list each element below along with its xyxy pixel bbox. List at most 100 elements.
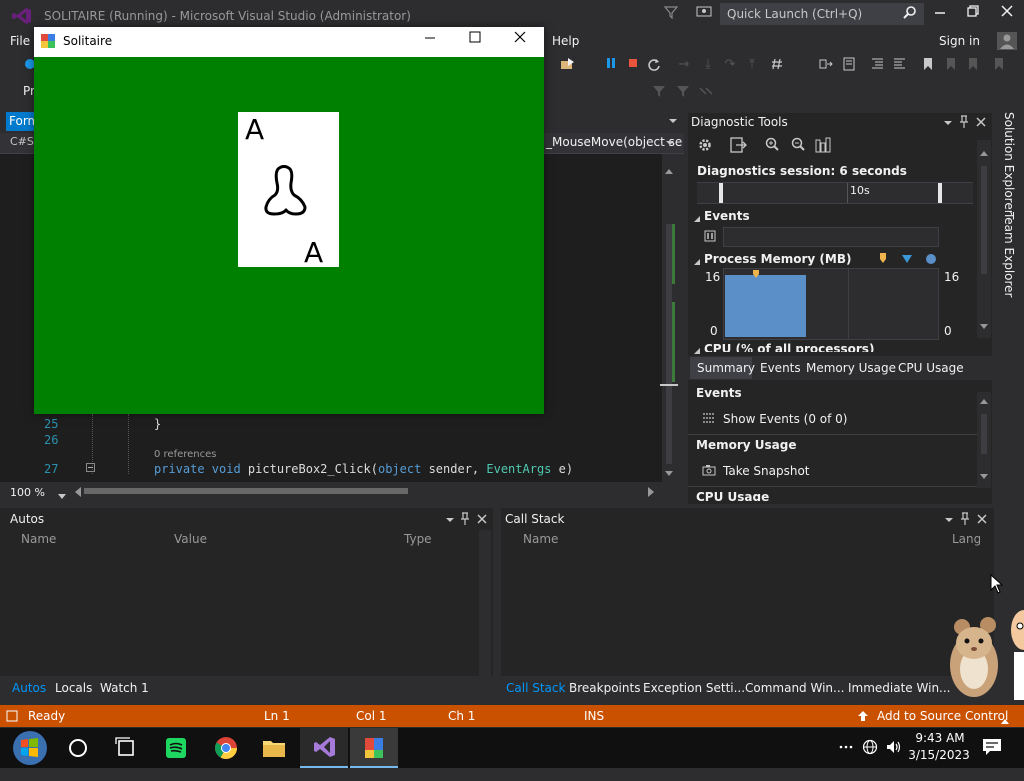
scroll-right-icon[interactable]	[647, 486, 655, 500]
editor-vertical-scrollbar[interactable]	[662, 154, 676, 482]
account-avatar-icon[interactable]	[997, 32, 1017, 50]
session-timeline[interactable]	[697, 182, 973, 204]
take-snapshot-button[interactable]: Take Snapshot	[723, 464, 810, 478]
filter-icon[interactable]	[663, 5, 679, 22]
solitaire-minimize-icon[interactable]	[415, 31, 445, 47]
add-to-source-control-button[interactable]: Add to Source Control	[877, 709, 1008, 723]
pane-menu-icon[interactable]	[944, 514, 954, 528]
zoom-level[interactable]: 100 %	[10, 486, 45, 499]
reset-view-icon[interactable]	[814, 137, 832, 156]
bookmark-icon[interactable]	[920, 57, 936, 73]
settings-gear-icon[interactable]	[697, 137, 713, 156]
tab-locals[interactable]: Locals	[55, 681, 92, 695]
tab-breakpoints[interactable]: Breakpoints	[569, 681, 640, 695]
minimize-icon[interactable]	[930, 5, 950, 21]
show-next-statement-icon[interactable]: →	[676, 57, 692, 73]
tab-autos[interactable]: Autos	[12, 681, 46, 695]
show-events-link[interactable]: Show Events (0 of 0)	[723, 412, 847, 426]
chevron-up-icon[interactable]	[1000, 714, 1010, 728]
timeline-start-handle[interactable]	[719, 183, 723, 203]
close-pane-icon[interactable]	[977, 513, 987, 527]
tab-solution-explorer[interactable]: Solution Explorer	[1002, 112, 1016, 215]
tab-watch-1[interactable]: Watch 1	[100, 681, 149, 695]
collapse-outline-icon[interactable]	[86, 463, 95, 472]
code-line-method[interactable]: private void pictureBox2_Click(object se…	[154, 462, 573, 476]
pin-icon[interactable]	[960, 512, 970, 529]
restore-icon[interactable]	[963, 5, 983, 21]
column-language[interactable]: Lang	[952, 532, 980, 546]
code-line[interactable]: }	[154, 417, 161, 431]
close-pane-icon[interactable]	[976, 116, 986, 130]
tab-team-explorer[interactable]: Team Explorer	[1002, 212, 1016, 298]
column-name[interactable]: Name	[21, 532, 56, 546]
chrome-icon[interactable]	[202, 728, 250, 768]
stop-icon[interactable]	[625, 57, 641, 73]
collapse-arrow-icon[interactable]	[693, 255, 701, 269]
tab-overflow-icon[interactable]	[668, 115, 678, 129]
zoom-dropdown-icon[interactable]	[58, 489, 66, 503]
events-track[interactable]	[723, 227, 939, 247]
column-value[interactable]: Value	[174, 532, 207, 546]
tab-command-window[interactable]: Command Win...	[745, 681, 844, 695]
hamster-desktop-pet[interactable]	[944, 603, 1004, 703]
clock-time[interactable]: 9:43 AM	[910, 731, 970, 745]
menu-help[interactable]: Help	[552, 34, 579, 48]
restart-icon[interactable]	[646, 57, 662, 73]
close-pane-icon[interactable]	[477, 513, 487, 527]
pin-icon[interactable]	[959, 115, 969, 132]
volume-icon[interactable]	[886, 739, 904, 758]
task-view-icon[interactable]	[102, 728, 150, 768]
file-explorer-icon[interactable]	[250, 728, 298, 768]
search-circle-icon[interactable]	[54, 728, 102, 768]
stack-frame-icon[interactable]	[842, 57, 858, 73]
thread-icon[interactable]	[818, 57, 834, 73]
bookmark-prev-icon[interactable]	[942, 57, 958, 73]
quick-launch-input[interactable]: Quick Launch (Ctrl+Q)	[720, 3, 924, 25]
align-right-icon[interactable]	[892, 57, 908, 73]
codelens-references[interactable]: 0 references	[154, 449, 217, 460]
debug-location-icon[interactable]	[560, 57, 576, 73]
step-into-icon[interactable]: ⤓	[700, 57, 716, 73]
action-center-icon[interactable]	[982, 738, 1002, 759]
scroll-left-icon[interactable]	[74, 486, 82, 500]
hex-display-icon[interactable]	[772, 57, 788, 73]
tab-cpu-usage[interactable]: CPU Usage	[898, 361, 964, 375]
pane-menu-icon[interactable]	[445, 514, 455, 528]
tab-call-stack[interactable]: Call Stack	[506, 681, 565, 695]
step-over-icon[interactable]: ↷	[722, 57, 738, 73]
tab-events[interactable]: Events	[760, 361, 801, 375]
clock-date[interactable]: 3/15/2023	[906, 748, 972, 762]
network-globe-icon[interactable]	[862, 739, 878, 758]
column-type[interactable]: Type	[404, 532, 432, 546]
member-dropdown[interactable]: _MouseMove(object se	[544, 134, 682, 151]
flag-threads-icon[interactable]	[698, 84, 714, 101]
tab-summary-label[interactable]: Summary	[697, 361, 755, 375]
pin-icon[interactable]	[460, 512, 470, 529]
tab-exception-settings[interactable]: Exception Setti...	[643, 681, 745, 695]
horizontal-scroll-thumb[interactable]	[84, 488, 408, 494]
spotify-icon[interactable]	[152, 728, 200, 768]
bookmark-clear-icon[interactable]	[990, 57, 1006, 73]
bookmark-next-icon[interactable]	[964, 57, 980, 73]
tab-immediate-window[interactable]: Immediate Win...	[848, 681, 951, 695]
visual-studio-taskbar-icon[interactable]	[300, 728, 348, 768]
solitaire-close-icon[interactable]	[505, 31, 535, 47]
start-button-icon[interactable]	[4, 728, 52, 768]
export-icon[interactable]	[730, 137, 748, 156]
column-name[interactable]: Name	[523, 532, 558, 546]
filter-stack-icon[interactable]	[652, 84, 666, 101]
summary-scrollbar[interactable]	[977, 392, 991, 488]
pane-menu-icon[interactable]	[943, 117, 953, 131]
feedback-icon[interactable]	[696, 5, 712, 22]
menu-file[interactable]: File	[10, 34, 30, 48]
step-out-icon[interactable]: ⤒	[744, 57, 760, 73]
zoom-in-icon[interactable]	[764, 137, 780, 156]
collapse-arrow-icon[interactable]	[693, 212, 701, 226]
search-icon[interactable]	[903, 5, 917, 23]
autos-scrollbar[interactable]	[479, 530, 491, 676]
tab-form[interactable]: Form	[6, 112, 39, 131]
show-hidden-icons-icon[interactable]	[838, 740, 854, 755]
align-left-icon[interactable]	[870, 57, 886, 73]
filter-threads-icon[interactable]	[676, 84, 690, 101]
sign-in-link[interactable]: Sign in	[939, 34, 980, 48]
